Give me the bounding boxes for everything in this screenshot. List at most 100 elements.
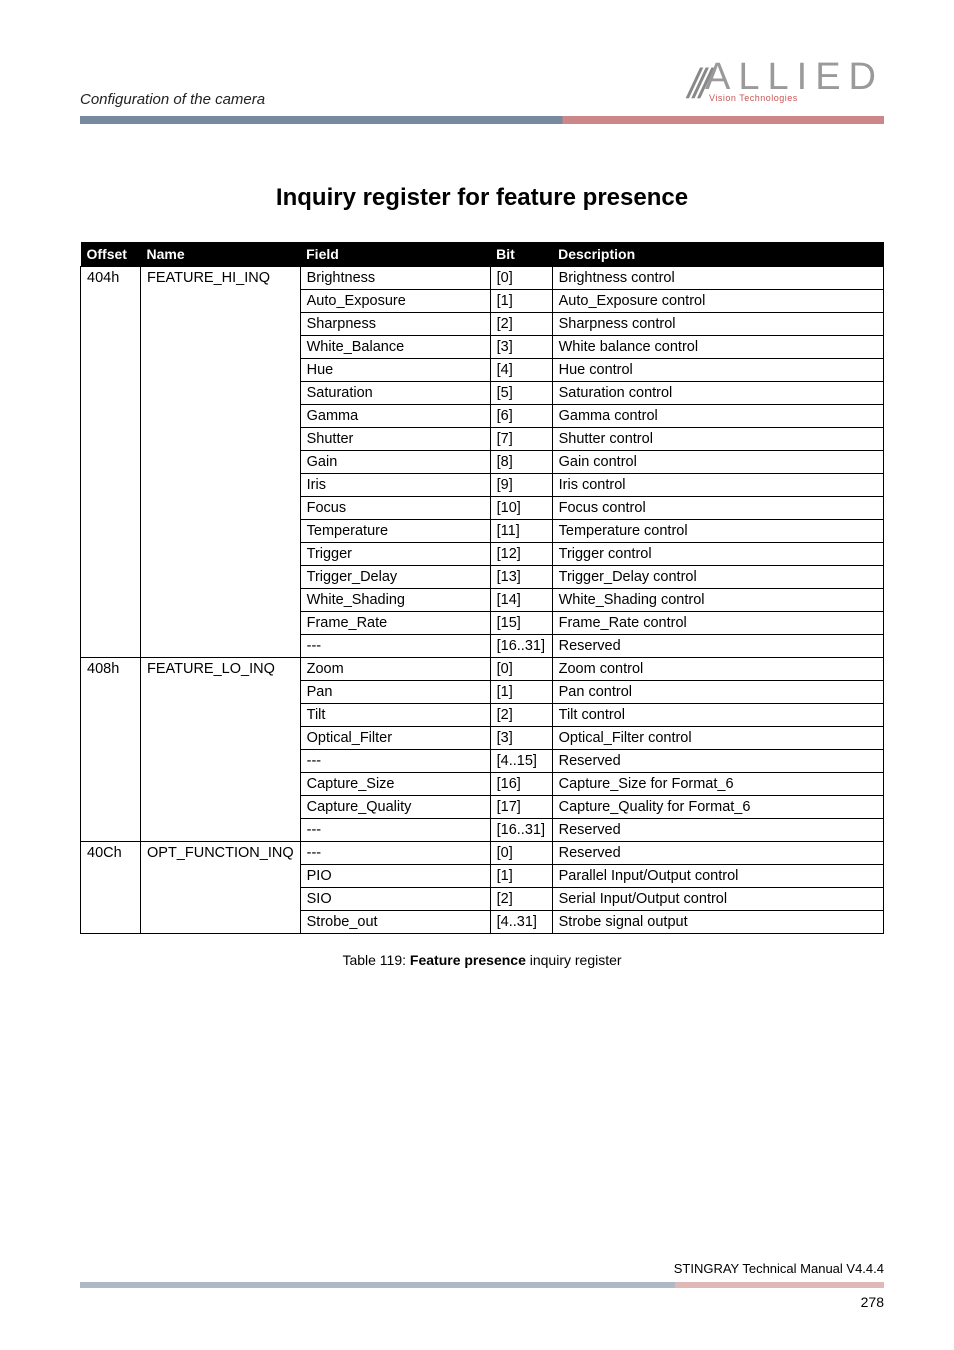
cell-description: Iris control [552, 474, 883, 497]
cell-field: Shutter [300, 428, 490, 451]
section-title: Inquiry register for feature presence [80, 184, 884, 212]
cell-description: Temperature control [552, 520, 883, 543]
cell-field: --- [300, 842, 490, 865]
cell-bit: [0] [490, 267, 552, 290]
cell-bit: [2] [490, 704, 552, 727]
cell-field: Temperature [300, 520, 490, 543]
logo-slashes-icon: /// [688, 60, 705, 108]
col-header-field: Field [300, 242, 490, 267]
cell-description: Capture_Quality for Format_6 [552, 796, 883, 819]
cell-description: Capture_Size for Format_6 [552, 773, 883, 796]
cell-description: Pan control [552, 681, 883, 704]
cell-field: Hue [300, 359, 490, 382]
cell-bit: [4] [490, 359, 552, 382]
cell-offset: 40Ch [81, 842, 141, 934]
breadcrumb: Configuration of the camera [80, 91, 265, 108]
cell-field: Tilt [300, 704, 490, 727]
cell-description: Auto_Exposure control [552, 290, 883, 313]
cell-bit: [14] [490, 589, 552, 612]
cell-bit: [12] [490, 543, 552, 566]
cell-bit: [10] [490, 497, 552, 520]
cell-field: Capture_Size [300, 773, 490, 796]
cell-field: Saturation [300, 382, 490, 405]
cell-description: Serial Input/Output control [552, 888, 883, 911]
cell-description: Parallel Input/Output control [552, 865, 883, 888]
cell-description: White balance control [552, 336, 883, 359]
cell-description: Shutter control [552, 428, 883, 451]
cell-bit: [11] [490, 520, 552, 543]
col-header-bit: Bit [490, 242, 552, 267]
cell-field: Brightness [300, 267, 490, 290]
col-header-offset: Offset [81, 242, 141, 267]
cell-field: Gain [300, 451, 490, 474]
cell-description: Reserved [552, 842, 883, 865]
cell-field: Focus [300, 497, 490, 520]
cell-description: Gamma control [552, 405, 883, 428]
cell-field: --- [300, 750, 490, 773]
cell-bit: [1] [490, 865, 552, 888]
cell-bit: [8] [490, 451, 552, 474]
col-header-name: Name [141, 242, 301, 267]
cell-bit: [16..31] [490, 819, 552, 842]
cell-description: Reserved [552, 819, 883, 842]
cell-bit: [0] [490, 658, 552, 681]
footer-manual: STINGRAY Technical Manual V4.4.4 [80, 1261, 884, 1276]
cell-bit: [7] [490, 428, 552, 451]
cell-bit: [3] [490, 336, 552, 359]
cell-field: Iris [300, 474, 490, 497]
cell-field: Pan [300, 681, 490, 704]
feature-presence-table: Offset Name Field Bit Description 404hFE… [80, 242, 884, 934]
cell-description: Sharpness control [552, 313, 883, 336]
cell-field: Gamma [300, 405, 490, 428]
cell-bit: [3] [490, 727, 552, 750]
cell-name: FEATURE_HI_INQ [141, 267, 301, 658]
cell-description: Tilt control [552, 704, 883, 727]
cell-field: Optical_Filter [300, 727, 490, 750]
cell-field: Trigger_Delay [300, 566, 490, 589]
cell-bit: [0] [490, 842, 552, 865]
cell-description: White_Shading control [552, 589, 883, 612]
cell-bit: [1] [490, 290, 552, 313]
cell-bit: [2] [490, 313, 552, 336]
brand-logo: /// ALLIED Vision Technologies [688, 60, 884, 108]
cell-bit: [4..31] [490, 911, 552, 934]
cell-bit: [16] [490, 773, 552, 796]
cell-description: Zoom control [552, 658, 883, 681]
logo-main: ALLIED [705, 60, 884, 94]
cell-name: OPT_FUNCTION_INQ [141, 842, 301, 934]
cell-description: Trigger_Delay control [552, 566, 883, 589]
footer-divider [80, 1282, 884, 1288]
cell-bit: [13] [490, 566, 552, 589]
table-caption: Table 119: Feature presence inquiry regi… [80, 952, 884, 968]
cell-offset: 408h [81, 658, 141, 842]
cell-field: --- [300, 635, 490, 658]
cell-bit: [2] [490, 888, 552, 911]
cell-bit: [5] [490, 382, 552, 405]
cell-field: --- [300, 819, 490, 842]
col-header-description: Description [552, 242, 883, 267]
page-footer: STINGRAY Technical Manual V4.4.4 278 [80, 1261, 884, 1310]
cell-field: Trigger [300, 543, 490, 566]
header-divider [80, 116, 884, 124]
table-row: 408hFEATURE_LO_INQZoom[0]Zoom control [81, 658, 884, 681]
cell-description: Reserved [552, 750, 883, 773]
table-row: 40ChOPT_FUNCTION_INQ---[0]Reserved [81, 842, 884, 865]
cell-field: White_Balance [300, 336, 490, 359]
cell-field: SIO [300, 888, 490, 911]
cell-field: Sharpness [300, 313, 490, 336]
table-row: 404hFEATURE_HI_INQBrightness[0]Brightnes… [81, 267, 884, 290]
cell-bit: [17] [490, 796, 552, 819]
cell-bit: [9] [490, 474, 552, 497]
cell-bit: [4..15] [490, 750, 552, 773]
cell-field: Capture_Quality [300, 796, 490, 819]
cell-bit: [6] [490, 405, 552, 428]
cell-offset: 404h [81, 267, 141, 658]
cell-field: Auto_Exposure [300, 290, 490, 313]
cell-name: FEATURE_LO_INQ [141, 658, 301, 842]
page-header: Configuration of the camera /// ALLIED V… [0, 0, 954, 108]
cell-field: White_Shading [300, 589, 490, 612]
cell-description: Focus control [552, 497, 883, 520]
cell-field: Frame_Rate [300, 612, 490, 635]
cell-description: Brightness control [552, 267, 883, 290]
cell-bit: [1] [490, 681, 552, 704]
